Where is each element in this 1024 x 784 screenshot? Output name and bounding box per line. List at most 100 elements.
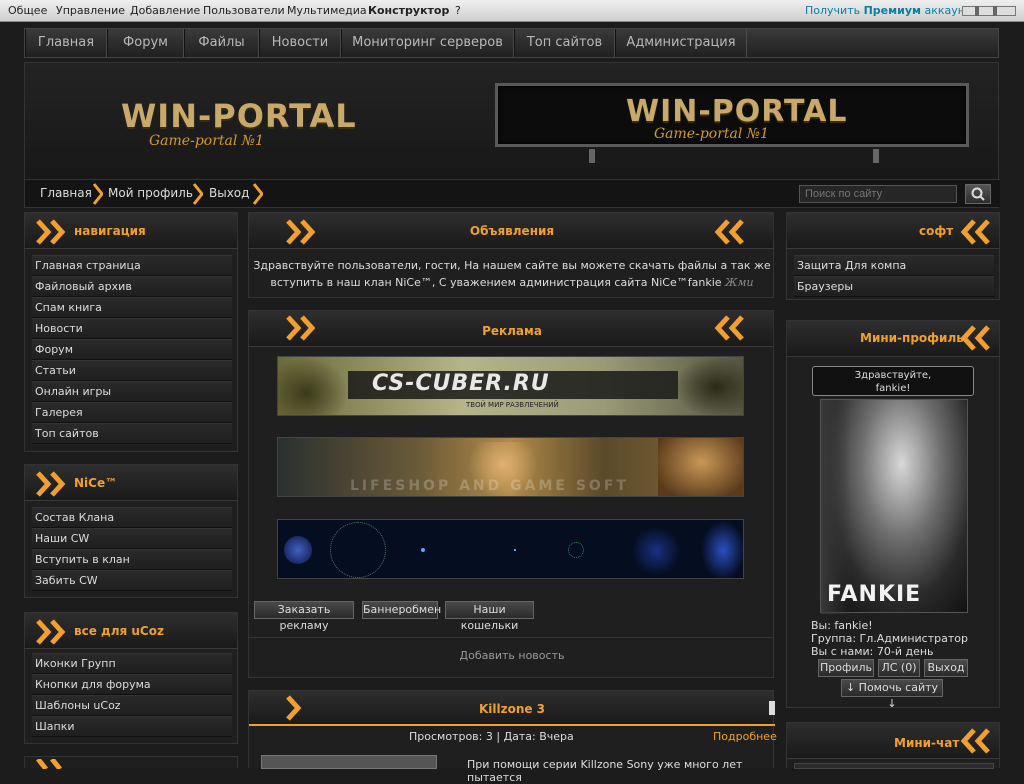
search-button[interactable] [965,184,991,204]
menu-item-pc-protection[interactable]: Защита Для компа [794,255,994,276]
crumb-logout[interactable]: Выход [209,186,249,200]
add-news-link[interactable]: Добавить новость [249,649,775,662]
admin-toolbar: Общее Управление Добавление Пользователи… [0,0,1024,22]
double-chevron-icon [36,219,66,245]
nav-top-sites[interactable]: Топ сайтов [514,29,615,57]
logout-button[interactable]: Выход [924,659,968,677]
chevron-right-icon [253,183,263,205]
announcement-text: Здравствуйте пользователи, гости, На наш… [253,259,771,289]
order-ad-button[interactable]: Заказать рекламу [254,601,354,632]
menu-item-headers[interactable]: Шапки [32,716,232,737]
avatar-name: FANKIE [827,582,922,607]
private-messages-button[interactable]: ЛС (0) [878,659,920,677]
chevron-right-icon [193,183,203,205]
soft-title: софт [919,224,954,238]
user-avatar[interactable]: FANKIE [820,399,968,614]
menu-item-browsers[interactable]: Браузеры [794,276,994,297]
menu-item-files[interactable]: Файловый архив [32,276,232,297]
main-navigation: Главная Форум Файлы Новости Мониторинг с… [24,28,999,58]
toolbar-users[interactable]: Пользователи [203,4,285,17]
news-more-link[interactable]: Подробнее [713,730,777,743]
nav-files[interactable]: Файлы [184,29,259,57]
menu-item-group-icons[interactable]: Иконки Групп [32,653,232,674]
menu-item-top-sites[interactable]: Топ сайтов [32,423,232,444]
menu-item-home[interactable]: Главная страница [32,255,232,276]
toolbar-slider[interactable] [962,6,1016,16]
soft-block: софт Защита Для компа Браузеры [786,212,1000,300]
ads-block: Реклама CS-CUBER.RU ТВОЙ МИР РАЗВЛЕЧЕНИЙ… [248,310,774,638]
toolbar-constructor[interactable]: Конструктор [368,4,449,17]
logo-subtitle: Game-portal №1 [149,133,264,149]
menu-item-ucoz-templates[interactable]: Шаблоны uCoz [32,695,232,716]
cs-cuber-banner[interactable]: CS-CUBER.RU ТВОЙ МИР РАЗВЛЕЧЕНИЙ [277,356,744,416]
announcements-header: Объявления [249,213,773,249]
navigation-title: навигация [74,224,146,238]
menu-item-articles[interactable]: Статьи [32,360,232,381]
premium-link[interactable]: Получить Премиум аккаунт [805,4,971,17]
menu-item-forum-buttons[interactable]: Кнопки для форума [32,674,232,695]
profile-group: Группа: Гл.Администратор [811,632,968,645]
site-search-input[interactable] [799,185,957,203]
mini-chat-title: Мини-чат [894,736,960,750]
menu-item-clan-roster[interactable]: Состав Клана [32,507,232,528]
mini-chat-block: Мини-чат [786,722,1000,769]
announcement-link[interactable]: Жми [725,276,754,289]
logo-title[interactable]: WIN-PORTAL [121,97,357,135]
nav-home[interactable]: Главная [25,29,107,57]
add-news-block: Добавить новость [248,638,774,678]
chat-input[interactable] [794,763,994,769]
news-entry-header: Killzone 3 [249,691,775,725]
logo-banner-subtitle: Game-portal №1 [654,126,769,142]
menu-item-join-clan[interactable]: Вступить в клан [32,549,232,570]
profile-button[interactable]: Профиль [818,659,874,677]
toolbar-multimedia[interactable]: Мультимедиа [287,4,367,17]
nav-administration[interactable]: Администрация [615,29,747,57]
planet-mid [631,526,681,576]
crumb-home[interactable]: Главная [40,186,92,200]
navigation-menu: Главная страница Файловый архив Спам кни… [32,255,232,444]
menu-item-gallery[interactable]: Галерея [32,402,232,423]
soft-menu: Защита Для компа Браузеры [794,255,994,297]
news-title[interactable]: Killzone 3 [249,702,775,716]
news-thumbnail[interactable] [261,755,437,769]
menu-item-online-games[interactable]: Онлайн игры [32,381,232,402]
menu-item-our-cw[interactable]: Наши CW [32,528,232,549]
clan-menu: Состав Клана Наши CW Вступить в клан Заб… [32,507,232,591]
toolbar-management[interactable]: Управление [56,4,125,17]
announcement-body: Здравствуйте пользователи, гости, На наш… [253,257,771,291]
news-divider [249,724,775,726]
toolbar-help[interactable]: ? [455,4,461,17]
toolbar-add[interactable]: Добавление [130,4,200,17]
menu-item-guestbook[interactable]: Спам книга [32,297,232,318]
navigation-block-header: навигация [25,213,237,249]
face-image [658,438,743,496]
double-chevron-left-icon [960,219,990,245]
wallets-button[interactable]: Наши кошельки [445,601,534,632]
menu-item-news[interactable]: Новости [32,318,232,339]
lifeshop-banner[interactable]: LIFESHOP AND GAME SOFT [277,437,744,497]
profile-days: Вы с нами: 70-й день [811,645,934,658]
space-banner[interactable] [277,519,744,579]
menu-item-forum[interactable]: Форум [32,339,232,360]
planet-right [701,520,743,578]
search-icon [971,187,985,201]
logo-banner-frame: WIN-PORTAL Game-portal №1 [495,83,969,147]
ucoz-block: все для uCoz Иконки Групп Кнопки для фор… [24,612,238,744]
banner-exchange-button[interactable]: Баннеробмен [362,601,441,619]
crumb-profile[interactable]: Мой профиль [108,186,193,200]
nav-news[interactable]: Новости [259,29,341,57]
greeting-line-2: fankie! [875,383,911,394]
ucoz-block-header: все для uCoz [25,613,237,649]
banner1-title: CS-CUBER.RU [372,371,550,396]
nav-server-monitoring[interactable]: Мониторинг серверов [341,29,514,57]
menu-item-book-cw[interactable]: Забить CW [32,570,232,591]
clan-block-header: NiCe™ [25,465,237,501]
star-dot-small [514,549,516,551]
nav-forum[interactable]: Форум [107,29,184,57]
ucoz-title: все для uCoz [74,624,164,638]
double-chevron-left-icon [960,325,990,351]
help-site-button[interactable]: ↓ Помочь сайту ↓ [841,679,943,710]
greeting-line-1: Здравствуйте, [854,370,932,381]
toolbar-general[interactable]: Общее [8,4,47,17]
announcements-title: Объявления [469,224,555,238]
